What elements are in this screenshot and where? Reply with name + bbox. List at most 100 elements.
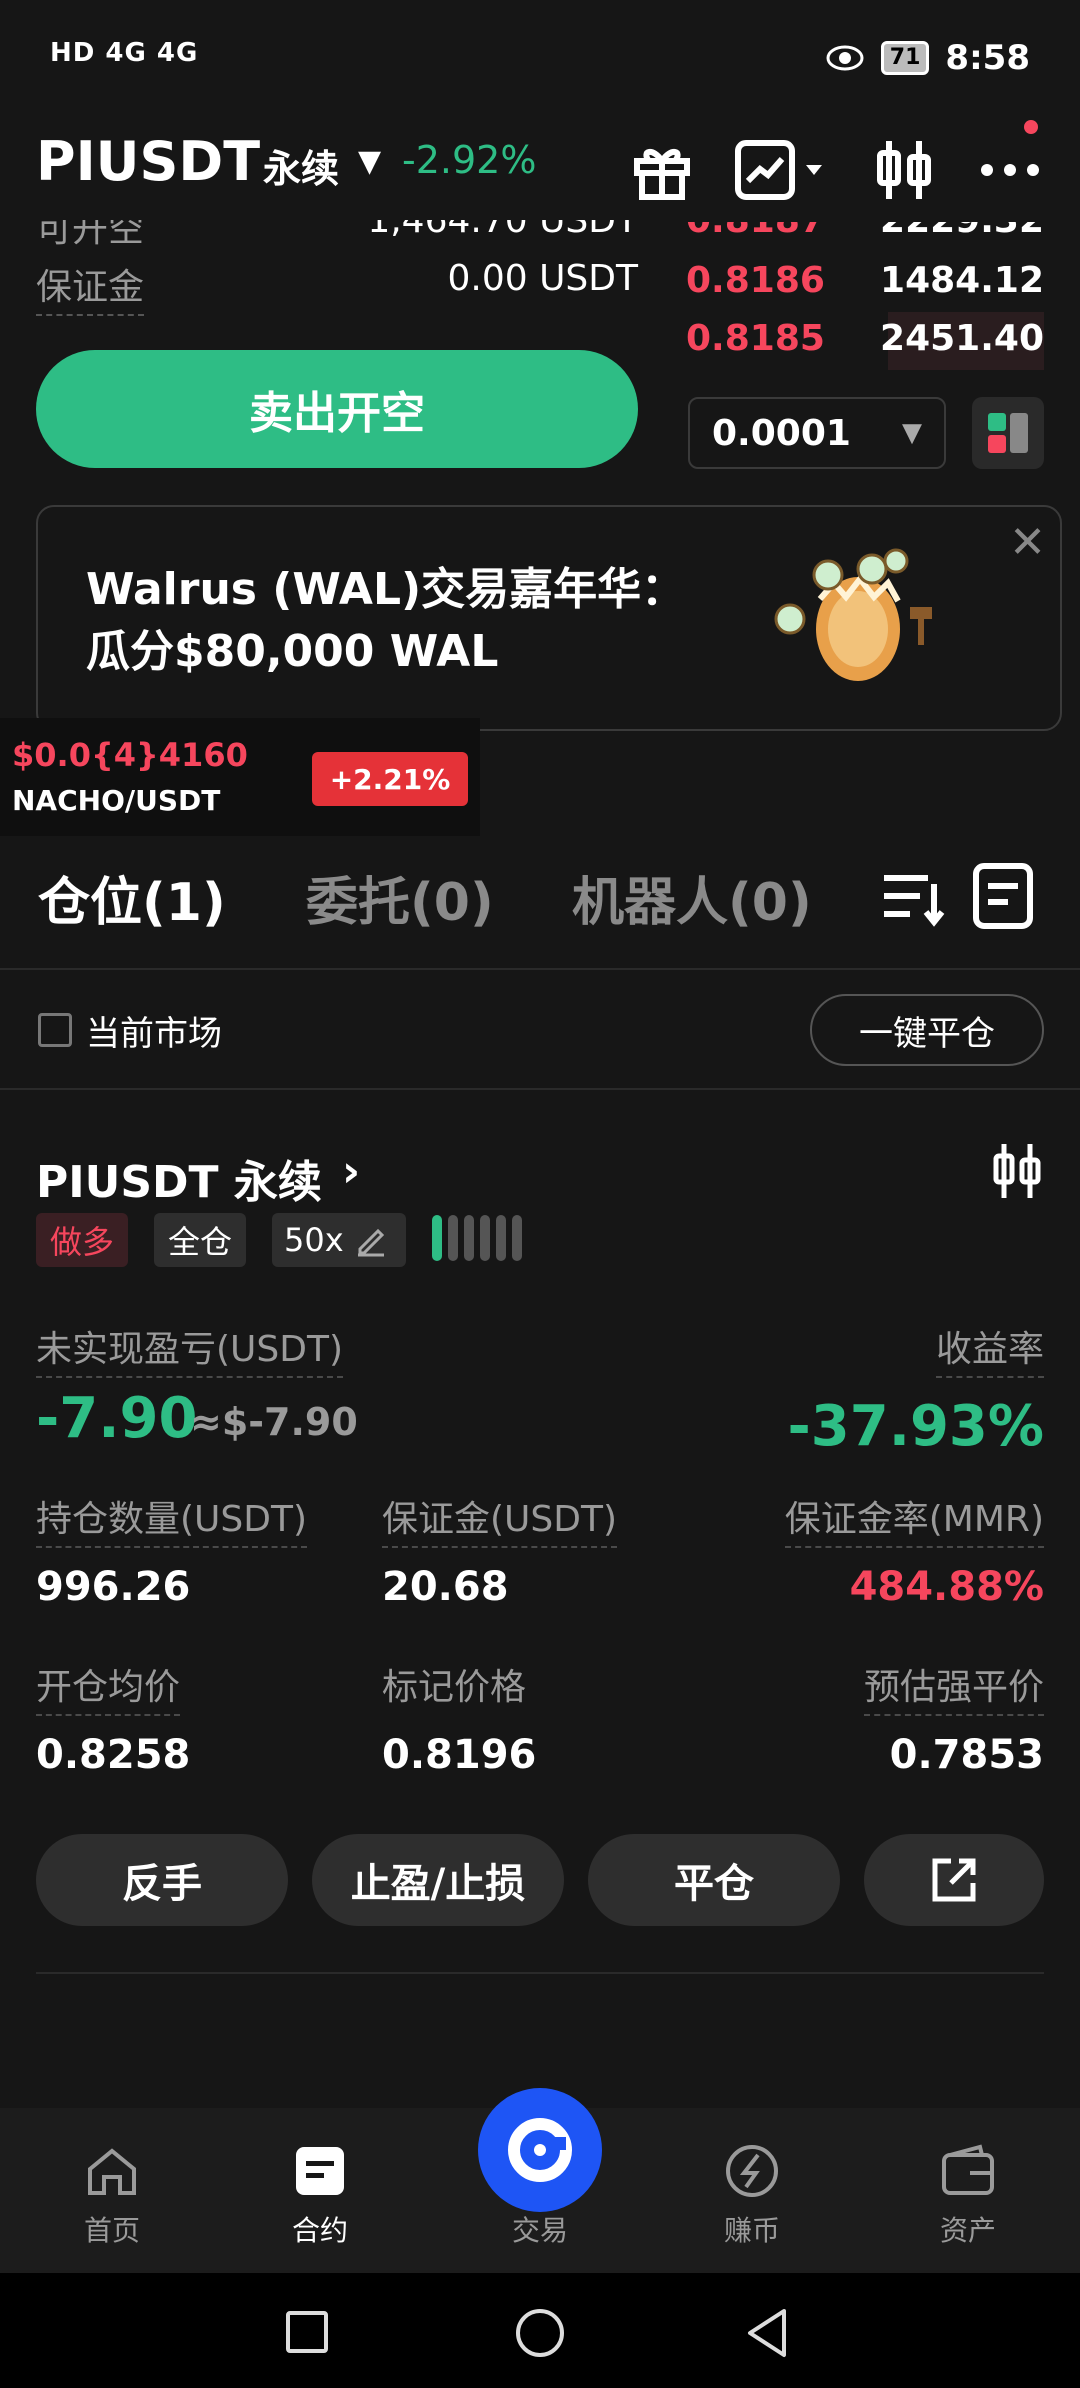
tab-positions[interactable]: 仓位(1) bbox=[38, 860, 226, 935]
nav-earn[interactable]: 赚币 bbox=[672, 2108, 832, 2273]
divider bbox=[36, 1972, 1044, 1974]
mmr-value: 484.88% bbox=[849, 1564, 1044, 1610]
system-nav-bar bbox=[0, 2273, 1080, 2388]
promo-banner[interactable]: Walrus (WAL)交易嘉年华： 瓜分$80,000 WAL ✕ bbox=[36, 505, 1062, 731]
candlestick-icon[interactable] bbox=[864, 130, 944, 210]
orderbook-layout-button[interactable] bbox=[972, 397, 1044, 469]
filter-bar: 当前市场 一键平仓 bbox=[0, 970, 1080, 1090]
header: PIUSDT 永续 ▼ -2.92% bbox=[0, 120, 1080, 235]
margin-label: 保证金 bbox=[36, 258, 145, 316]
entry-price-value: 0.8258 bbox=[36, 1732, 191, 1778]
battery-icon: 71 bbox=[880, 41, 930, 75]
nav-earn-label: 赚币 bbox=[723, 2214, 780, 2247]
nav-assets-label: 资产 bbox=[939, 2214, 996, 2247]
margin-value: 0.00 USDT bbox=[447, 258, 638, 299]
status-right: 71 8:58 bbox=[825, 38, 1030, 78]
unrealized-pnl-value: -7.90 bbox=[36, 1386, 198, 1451]
entry-price-label: 开仓均价 bbox=[36, 1658, 181, 1716]
notification-dot bbox=[1024, 120, 1038, 134]
home-circle-icon[interactable] bbox=[514, 2307, 566, 2359]
ticker-pair: NACHO/USDT bbox=[12, 784, 221, 817]
symbol-title[interactable]: PIUSDT bbox=[36, 130, 260, 193]
orderbook-qty: 2451.40 bbox=[880, 318, 1044, 359]
size-value: 996.26 bbox=[36, 1564, 191, 1610]
leverage-tag[interactable]: 50x bbox=[272, 1213, 406, 1267]
close-position-button[interactable]: 平仓 bbox=[588, 1834, 840, 1926]
reverse-button[interactable]: 反手 bbox=[36, 1834, 288, 1926]
sell-short-button[interactable]: 卖出开空 bbox=[36, 350, 638, 468]
back-icon[interactable] bbox=[744, 2307, 790, 2359]
pos-margin-label: 保证金(USDT) bbox=[382, 1490, 618, 1548]
unrealized-pnl-label: 未实现盈亏(USDT) bbox=[36, 1320, 344, 1378]
egg-illustration-icon bbox=[774, 548, 932, 681]
depth-precision-value: 0.0001 bbox=[712, 412, 851, 454]
banner-line-1: Walrus (WAL)交易嘉年华： bbox=[86, 564, 686, 615]
close-icon[interactable]: ✕ bbox=[1009, 517, 1046, 568]
roe-value: -37.93% bbox=[787, 1394, 1044, 1459]
recents-icon[interactable] bbox=[284, 2309, 330, 2355]
trade-center-button[interactable] bbox=[478, 2088, 602, 2212]
contract-type[interactable]: 永续 bbox=[263, 138, 339, 193]
edit-icon bbox=[357, 1228, 384, 1257]
signal-icon: HD 4G 4G bbox=[50, 38, 199, 68]
chart-icon[interactable] bbox=[734, 130, 834, 210]
nav-futures-label: 合约 bbox=[291, 2214, 348, 2247]
ticker-price: $0.0{4}4160 bbox=[12, 736, 248, 774]
nav-futures[interactable]: 合约 bbox=[240, 2108, 400, 2273]
eye-icon bbox=[826, 45, 864, 71]
chevron-right-icon[interactable]: › bbox=[342, 1146, 360, 1197]
wallet-icon bbox=[942, 2144, 994, 2195]
leverage-value: 50x bbox=[284, 1221, 344, 1259]
banner-text: Walrus (WAL)交易嘉年华： 瓜分$80,000 WAL bbox=[86, 559, 685, 683]
position-tabs: 仓位(1) 委托(0) 机器人(0) bbox=[0, 830, 1080, 970]
trade-logo-icon bbox=[508, 2118, 572, 2182]
margin-mode-tag: 全仓 bbox=[154, 1213, 246, 1267]
layout-icon bbox=[988, 413, 1028, 453]
current-market-label[interactable]: 当前市场 bbox=[86, 1006, 222, 1055]
roe-label: 收益率 bbox=[935, 1320, 1044, 1378]
close-all-button[interactable]: 一键平仓 bbox=[810, 994, 1044, 1066]
tab-bots[interactable]: 机器人(0) bbox=[572, 860, 812, 935]
clock: 8:58 bbox=[945, 38, 1030, 78]
nav-home-label: 首页 bbox=[83, 2214, 140, 2247]
more-icon[interactable] bbox=[970, 130, 1050, 210]
orderbook-price[interactable]: 0.8185 bbox=[686, 318, 825, 359]
share-icon bbox=[932, 1858, 976, 1902]
current-market-checkbox[interactable] bbox=[38, 1013, 72, 1047]
risk-level-indicator bbox=[432, 1215, 522, 1261]
nav-trade-label: 交易 bbox=[511, 2214, 568, 2247]
history-icon[interactable] bbox=[970, 860, 1036, 932]
orderbook-qty: 1484.12 bbox=[880, 260, 1044, 301]
ticker-change-badge: +2.21% bbox=[312, 752, 468, 806]
orderbook-price[interactable]: 0.8186 bbox=[686, 260, 825, 301]
symbol-dropdown-icon[interactable]: ▼ bbox=[358, 144, 381, 179]
position-title[interactable]: PIUSDT 永续 bbox=[36, 1146, 322, 1210]
pos-margin-value: 20.68 bbox=[382, 1564, 509, 1610]
home-icon bbox=[88, 2148, 136, 2195]
share-button[interactable] bbox=[864, 1834, 1044, 1926]
network-indicators: HD 4G 4G bbox=[50, 38, 198, 68]
size-label: 持仓数量(USDT) bbox=[36, 1490, 308, 1548]
nav-assets[interactable]: 资产 bbox=[888, 2108, 1048, 2273]
liq-price-label: 预估强平价 bbox=[863, 1658, 1044, 1716]
nav-home[interactable]: 首页 bbox=[32, 2108, 192, 2273]
candlestick-icon[interactable] bbox=[990, 1142, 1044, 1200]
status-bar: HD 4G 4G 71 8:58 bbox=[0, 0, 1080, 120]
mark-price-label: 标记价格 bbox=[382, 1667, 527, 1708]
sort-icon[interactable] bbox=[880, 864, 946, 930]
unrealized-pnl-usd: ≈$-7.90 bbox=[190, 1400, 358, 1444]
tpsl-button[interactable]: 止盈/止损 bbox=[312, 1834, 564, 1926]
liq-price-value: 0.7853 bbox=[889, 1732, 1044, 1778]
ticker-overlay[interactable]: $0.0{4}4160 NACHO/USDT +2.21% bbox=[0, 718, 480, 836]
futures-icon bbox=[296, 2147, 344, 2195]
earn-icon bbox=[726, 2145, 778, 2197]
mmr-label: 保证金率(MMR) bbox=[784, 1490, 1044, 1548]
side-tag: 做多 bbox=[36, 1213, 128, 1267]
gift-icon[interactable] bbox=[622, 130, 702, 210]
depth-precision-select[interactable]: 0.0001 ▼ bbox=[688, 397, 946, 469]
mark-price-value: 0.8196 bbox=[382, 1732, 537, 1778]
tab-orders[interactable]: 委托(0) bbox=[306, 860, 494, 935]
price-change: -2.92% bbox=[402, 138, 537, 182]
chevron-down-icon: ▼ bbox=[902, 418, 922, 448]
banner-line-2: 瓜分$80,000 WAL bbox=[86, 626, 499, 677]
